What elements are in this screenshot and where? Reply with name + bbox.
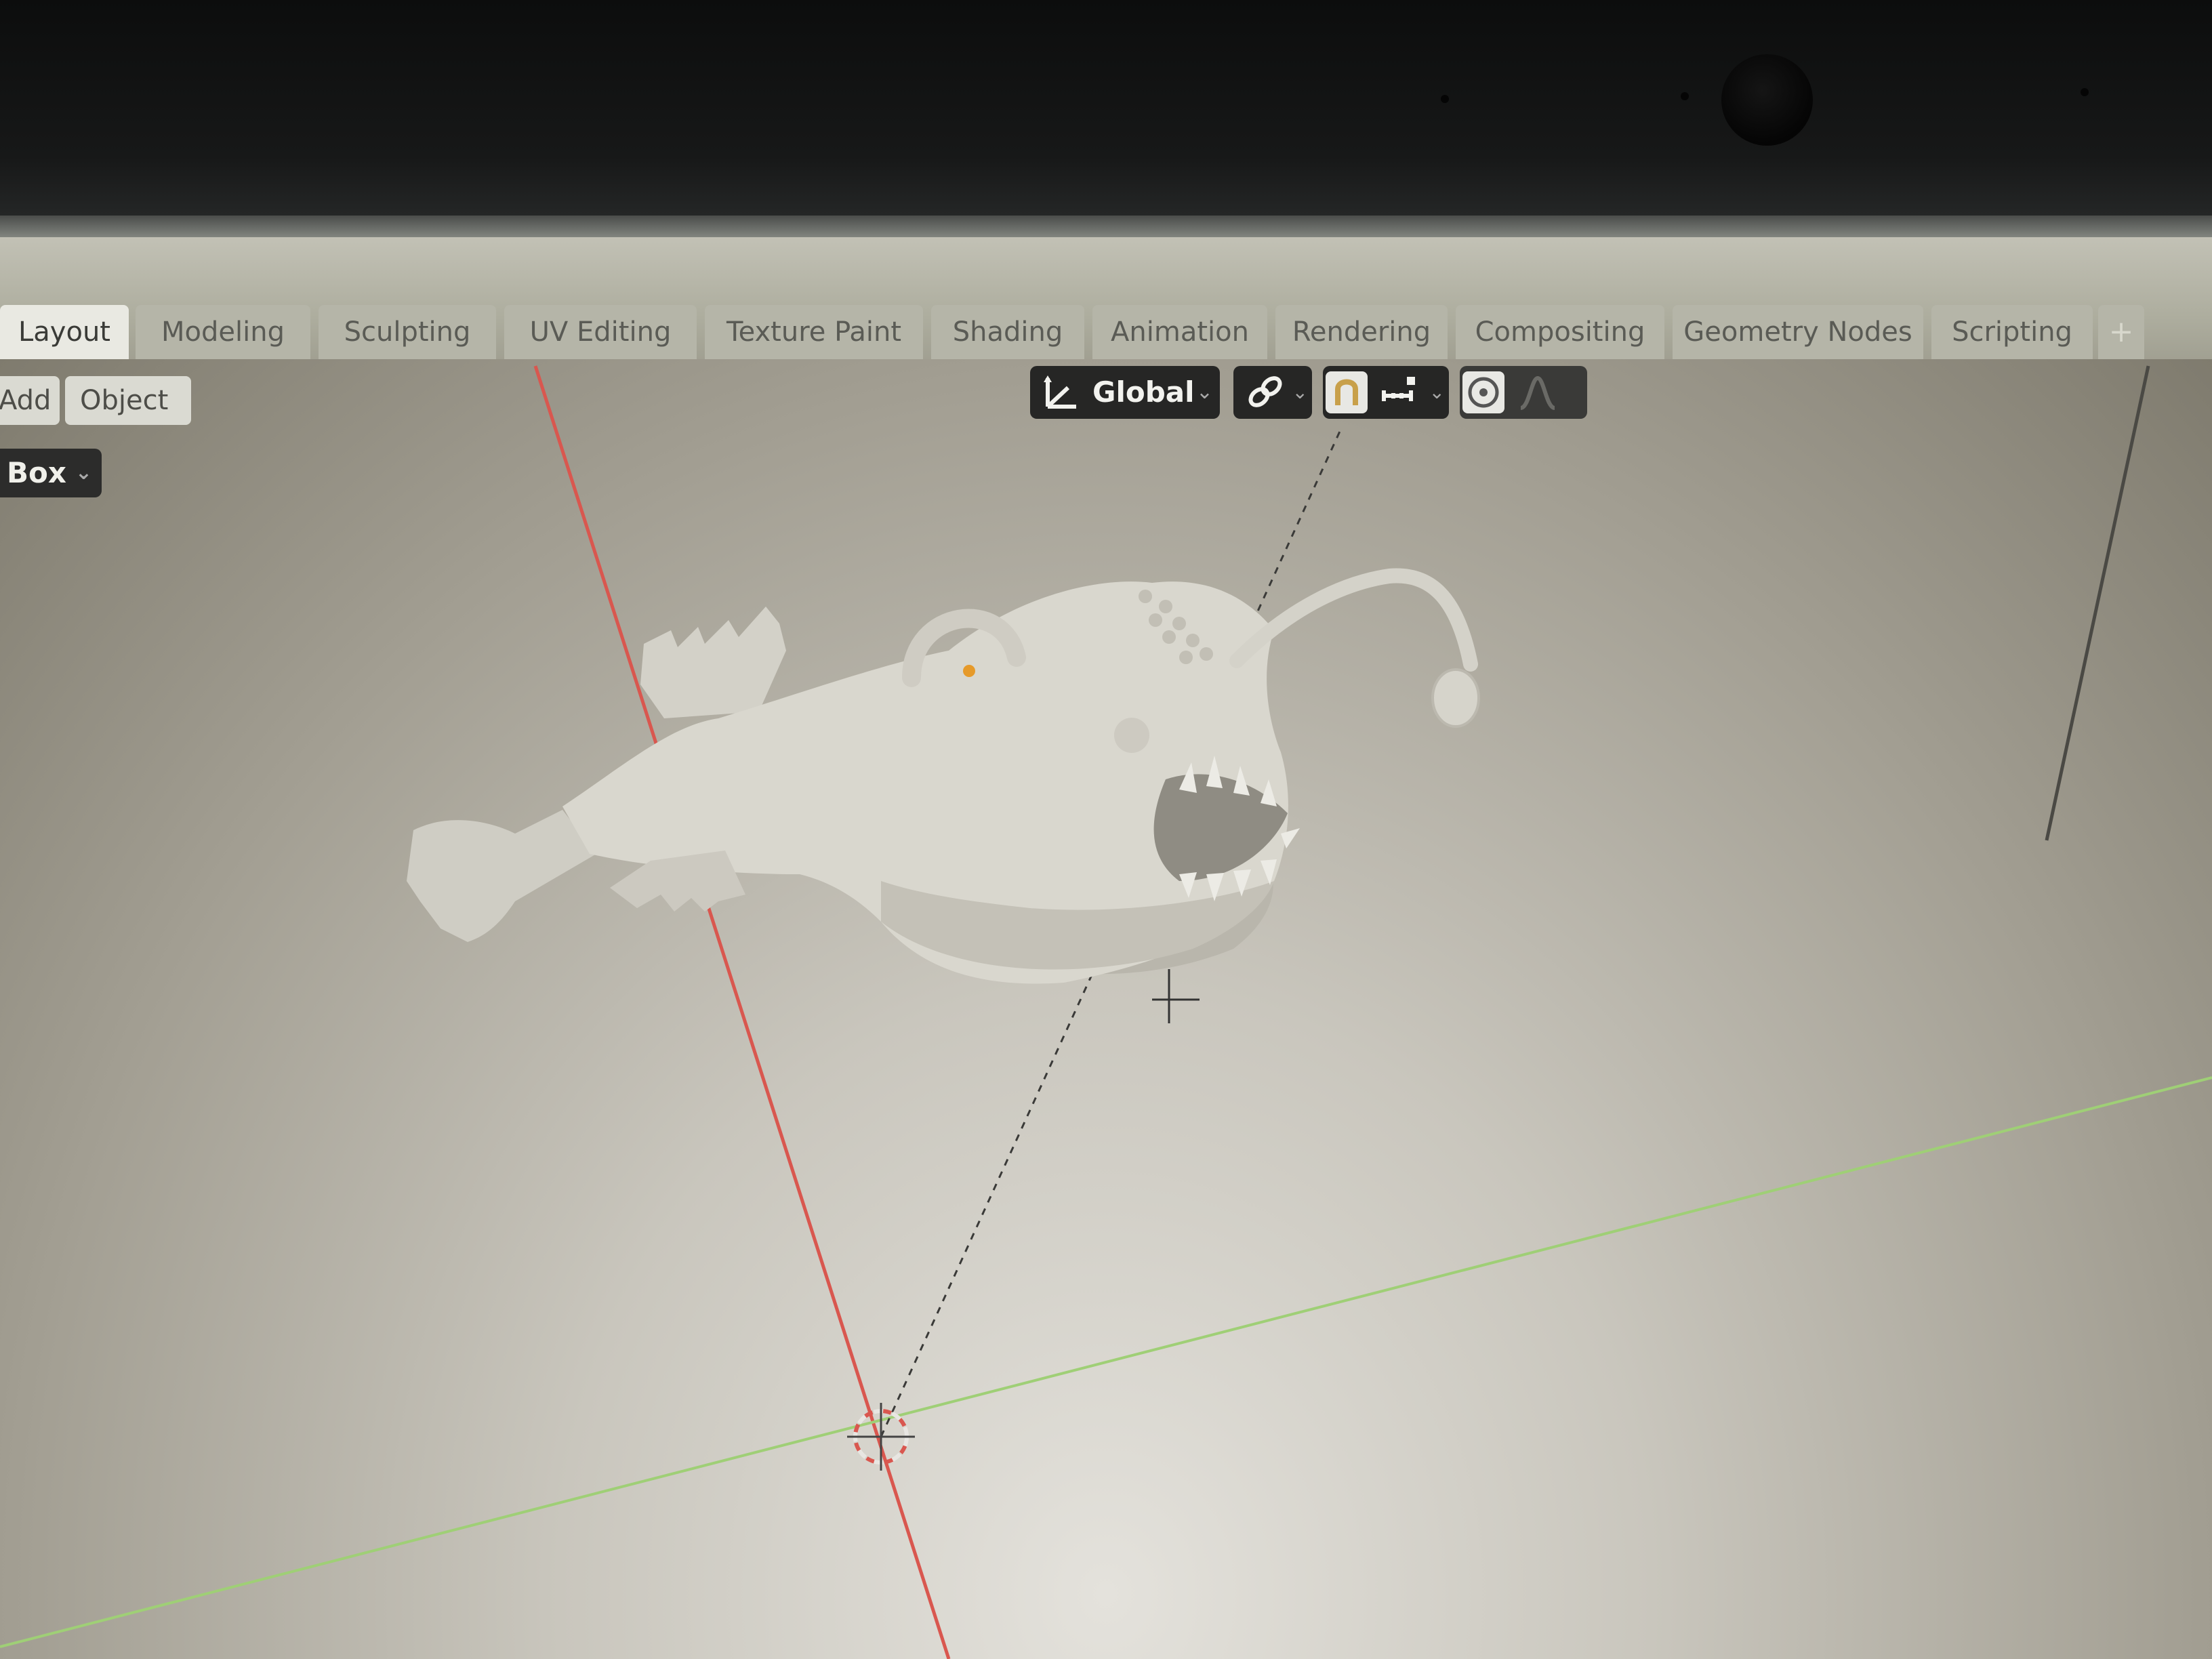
workspace-tabs: Layout Modeling Sculpting UV Editing Tex… — [0, 305, 2212, 366]
pivot-point-dropdown[interactable]: ⌄ — [1233, 366, 1312, 419]
3d-viewport[interactable] — [0, 359, 2212, 1659]
bezel-sensor-dot — [1681, 92, 1689, 100]
chevron-down-icon: ⌄ — [1429, 381, 1445, 403]
photo-of-monitor: Layout Modeling Sculpting UV Editing Tex… — [0, 0, 2212, 1659]
link-pivot-icon — [1248, 376, 1282, 407]
tab-sculpting[interactable]: Sculpting — [319, 305, 496, 359]
y-axis-line — [0, 1076, 2212, 1648]
tab-animation[interactable]: Animation — [1092, 305, 1267, 359]
proportional-edit-icon[interactable] — [1462, 371, 1504, 413]
tab-scripting[interactable]: Scripting — [1931, 305, 2093, 359]
tab-layout[interactable]: Layout — [0, 305, 129, 359]
tab-texture-paint[interactable]: Texture Paint — [705, 305, 923, 359]
chevron-down-icon: ⌄ — [1292, 381, 1308, 403]
tab-rendering[interactable]: Rendering — [1275, 305, 1448, 359]
webcam-icon — [1721, 54, 1813, 146]
tab-modeling[interactable]: Modeling — [136, 305, 310, 359]
viewport-scene — [0, 365, 2212, 1659]
monitor-bezel — [0, 0, 2212, 224]
snap-increment-icon[interactable] — [1377, 370, 1422, 415]
object-menu-button[interactable]: Object — [65, 376, 191, 425]
tab-compositing[interactable]: Compositing — [1456, 305, 1664, 359]
falloff-curve-icon[interactable] — [1515, 370, 1560, 415]
proportional-editing-group — [1460, 366, 1587, 419]
add-menu-button[interactable]: Add — [0, 376, 60, 425]
empty-cross-marker — [1152, 969, 1200, 1023]
orientation-label: Global — [1092, 375, 1195, 409]
tab-shading[interactable]: Shading — [931, 305, 1084, 359]
anglerfish-mesh[interactable] — [407, 568, 1480, 984]
chevron-down-icon: ⌄ — [1195, 380, 1213, 404]
x-axis-line — [533, 365, 951, 1659]
bezel-sensor-dot — [1441, 95, 1449, 103]
tab-geometry-nodes[interactable]: Geometry Nodes — [1673, 305, 1923, 359]
select-mode-label: Box — [7, 456, 66, 489]
bezel-sensor-dot — [2081, 88, 2089, 96]
chevron-down-icon: ⌄ — [75, 461, 92, 485]
tab-uv-editing[interactable]: UV Editing — [504, 305, 697, 359]
snapping-group: ⌄ — [1323, 366, 1449, 419]
transform-orientation-dropdown[interactable]: Global ⌄ — [1030, 366, 1220, 419]
select-mode-dropdown[interactable]: Box ⌄ — [0, 449, 102, 497]
camera-frustum-line — [2045, 365, 2150, 841]
magnet-snap-icon[interactable] — [1326, 371, 1368, 413]
transform-orientation-icon — [1044, 375, 1076, 409]
add-workspace-button[interactable]: + — [2098, 305, 2144, 359]
